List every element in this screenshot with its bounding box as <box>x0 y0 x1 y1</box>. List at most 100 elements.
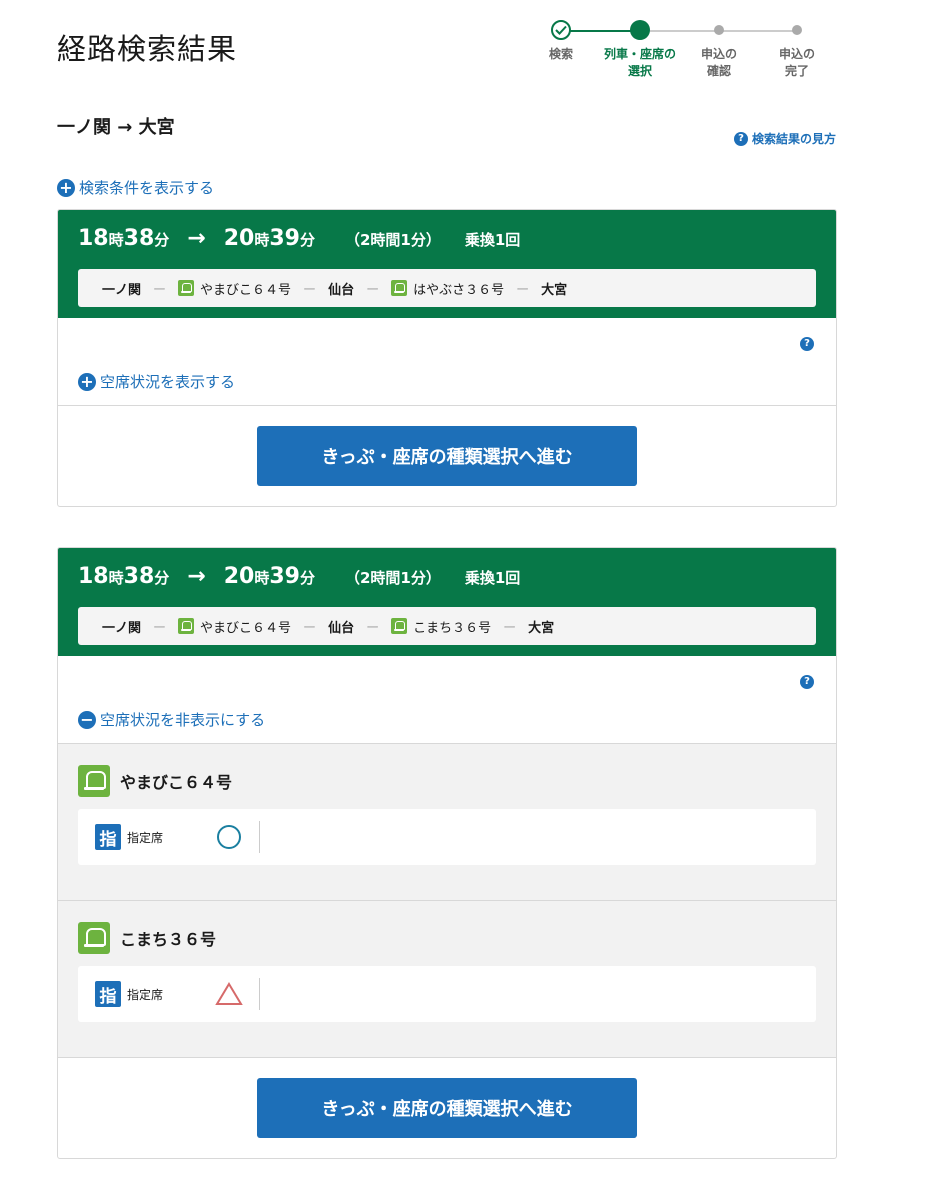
help-icon[interactable]: ? <box>800 337 814 351</box>
minute-unit: 分 <box>154 231 170 249</box>
hour-unit: 時 <box>108 231 124 249</box>
train-name: はやぶさ３６号 <box>413 282 505 298</box>
arrival-hour: 20 <box>223 564 255 589</box>
station-transfer: 仙台 <box>328 620 355 636</box>
arrival-minute: 39 <box>269 564 300 589</box>
seat-train-name: やまびこ６４号 <box>120 773 233 792</box>
route-dash: ー <box>366 620 380 636</box>
seat-row: 指 指定席 <box>78 966 816 1022</box>
availability-area: ? − 空席状況を非表示にする <box>58 656 836 744</box>
time-row: 18 時 38 分 → 20 時 39 分 （2時間1分） 乗換1回 <box>78 564 816 596</box>
step-label: 申込の 完了 <box>778 47 815 78</box>
plus-icon: + <box>78 372 96 391</box>
availability-area: ? + 空席状況を表示する <box>58 318 836 406</box>
current-step-dot <box>630 20 650 40</box>
train-segment: はやぶさ３６号 <box>391 279 504 298</box>
train-segment: こまち３６号 <box>391 617 491 636</box>
transfer-count: 乗換1回 <box>464 569 521 587</box>
train-icon <box>391 618 408 634</box>
toggle-label: 空席状況を表示する <box>100 373 236 391</box>
help-link-label: 検索結果の見方 <box>751 132 836 146</box>
arrow-icon: → <box>187 226 206 251</box>
help-icon: ? <box>733 131 748 146</box>
train-icon <box>78 765 110 797</box>
divider <box>259 978 260 1010</box>
progress-stepper: 検索 列車・座席の 選択 申込の 確認 申込の 完了 <box>530 20 830 90</box>
train-segment: やまびこ６４号 <box>178 279 291 298</box>
hour-unit: 時 <box>254 569 270 587</box>
train-icon <box>391 280 408 296</box>
departure-minute: 38 <box>123 564 155 589</box>
train-icon <box>78 922 110 954</box>
minute-unit: 分 <box>299 231 315 249</box>
few-left-triangle-icon <box>215 980 243 1008</box>
transfer-count: 乗換1回 <box>464 231 521 249</box>
train-name: やまびこ６４号 <box>200 282 292 298</box>
available-circle-icon <box>215 823 243 851</box>
duration: （2時間1分） <box>345 231 441 249</box>
station-origin: 一ノ関 <box>102 620 142 636</box>
step-confirm: 申込の 確認 <box>679 20 759 80</box>
train-icon <box>178 280 195 296</box>
departure-minute: 38 <box>123 226 155 251</box>
divider <box>259 821 260 853</box>
proceed-ticket-selection-button[interactable]: きっぷ・座席の種類選択へ進む <box>257 1078 637 1138</box>
plus-icon: + <box>57 178 75 197</box>
hour-unit: 時 <box>254 231 270 249</box>
arrival-minute: 39 <box>269 226 300 251</box>
step-label: 列車・座席の 選択 <box>603 47 676 78</box>
help-icon[interactable]: ? <box>800 675 814 689</box>
card-footer: きっぷ・座席の種類選択へ進む <box>58 1058 836 1158</box>
step-complete: 申込の 完了 <box>757 20 837 80</box>
train-name: やまびこ６４号 <box>200 620 292 636</box>
step-search: 検索 <box>521 20 601 63</box>
route-dash: ー <box>366 282 380 298</box>
route-summary-header: 18 時 38 分 → 20 時 39 分 （2時間1分） 乗換1回 一ノ関 ー やまびこ６… <box>58 210 836 318</box>
route-segments-bar: 一ノ関 ー やまびこ６４号 ー 仙台 ー はやぶさ３６号 ー 大宮 <box>78 269 816 307</box>
minute-unit: 分 <box>299 569 315 587</box>
page-title: 経路検索結果 <box>57 32 238 66</box>
seat-type: 指定席 <box>127 830 164 845</box>
duration: （2時間1分） <box>345 569 441 587</box>
route-dash: ー <box>153 282 167 298</box>
step-select-train: 列車・座席の 選択 <box>600 20 680 80</box>
route-result-card: 18 時 38 分 → 20 時 39 分 （2時間1分） 乗換1回 一ノ関 ー やまびこ６… <box>57 547 837 1159</box>
station-destination: 大宮 <box>541 282 568 298</box>
departure-hour: 18 <box>78 226 109 251</box>
route-dash: ー <box>303 282 317 298</box>
show-availability-toggle[interactable]: + 空席状況を表示する <box>78 371 235 392</box>
proceed-ticket-selection-button[interactable]: きっぷ・座席の種類選択へ進む <box>257 426 637 486</box>
station-destination: 大宮 <box>528 620 555 636</box>
arrow-icon: → <box>187 564 206 589</box>
station-origin: 一ノ関 <box>102 282 142 298</box>
seat-train-heading: やまびこ６４号 <box>78 764 816 798</box>
reserved-seat-badge: 指 <box>95 981 121 1007</box>
train-icon <box>178 618 195 634</box>
pending-step-dot <box>714 25 724 35</box>
arrival-hour: 20 <box>223 226 255 251</box>
train-segment: やまびこ６４号 <box>178 617 291 636</box>
minus-icon: − <box>78 710 96 729</box>
seat-type: 指定席 <box>127 987 164 1002</box>
route-result-card: 18 時 38 分 → 20 時 39 分 （2時間1分） 乗換1回 一ノ関 ー やまびこ６… <box>57 209 837 507</box>
route-dash: ー <box>303 620 317 636</box>
seat-train-heading: こまち３６号 <box>78 921 816 955</box>
toggle-label: 空席状況を非表示にする <box>100 711 266 729</box>
step-label: 検索 <box>548 47 573 61</box>
show-search-conditions-toggle[interactable]: + 検索条件を表示する <box>57 177 214 198</box>
step-label: 申込の 確認 <box>700 47 737 78</box>
route-dash: ー <box>516 282 530 298</box>
route-dash: ー <box>153 620 167 636</box>
results-help-link[interactable]: ? 検索結果の見方 <box>733 130 836 147</box>
toggle-label: 検索条件を表示する <box>79 179 215 197</box>
time-row: 18 時 38 分 → 20 時 39 分 （2時間1分） 乗換1回 <box>78 226 816 258</box>
train-name: こまち３６号 <box>413 620 492 636</box>
hide-availability-toggle[interactable]: − 空席状況を非表示にする <box>78 709 265 730</box>
seat-train-name: こまち３６号 <box>120 930 217 949</box>
route-segments-bar: 一ノ関 ー やまびこ６４号 ー 仙台 ー こまち３６号 ー 大宮 <box>78 607 816 645</box>
minute-unit: 分 <box>154 569 170 587</box>
station-transfer: 仙台 <box>328 282 355 298</box>
check-icon <box>551 20 571 40</box>
seat-row: 指 指定席 <box>78 809 816 865</box>
route-heading: 一ノ関 → 大宮 <box>57 117 175 138</box>
